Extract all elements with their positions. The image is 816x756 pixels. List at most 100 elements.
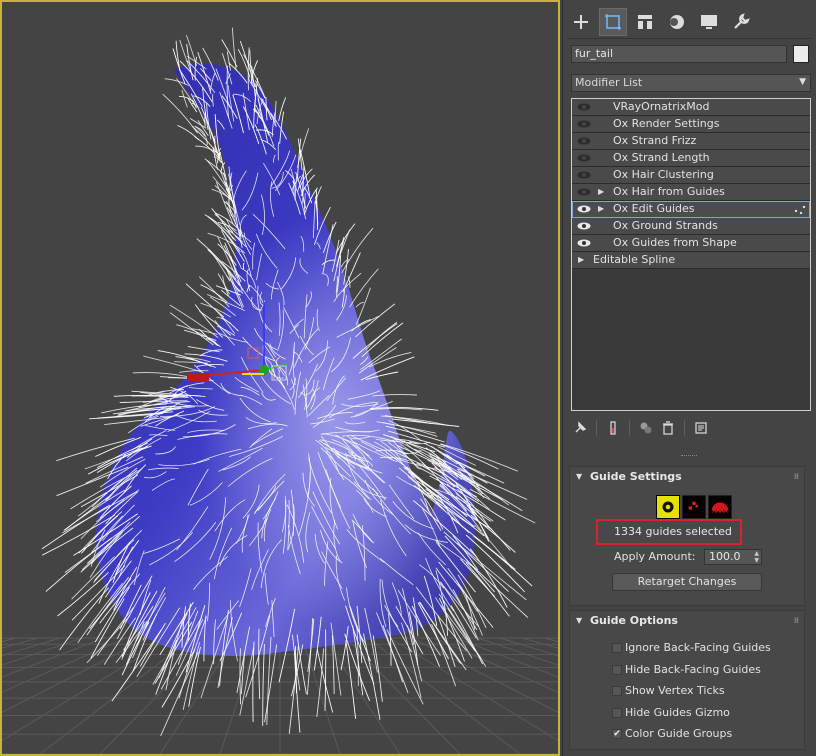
expand-arrow-icon[interactable]: ▶	[578, 252, 584, 268]
guide-option-label: Show Vertex Ticks	[625, 684, 725, 697]
hierarchy-tab[interactable]	[631, 8, 659, 36]
modifier-stack-item-label: Ox Hair Clustering	[613, 168, 714, 181]
apply-amount-spinner[interactable]: 100.0 ▲ ▼	[704, 549, 762, 565]
modifier-stack-item-label: Ox Guides from Shape	[613, 236, 737, 249]
modifier-stack-item[interactable]: Ox Hair Clustering	[572, 167, 810, 184]
guide-settings-header[interactable]: ▼ Guide Settings ⁞⁞	[570, 467, 804, 487]
end-result-icon	[610, 421, 616, 435]
checkbox-unchecked[interactable]	[612, 664, 622, 675]
checkbox-checked[interactable]: ✔	[612, 729, 622, 739]
command-panel-tabs	[567, 8, 755, 38]
display-tab[interactable]	[695, 8, 723, 36]
guide-option-label: Hide Guides Gizmo	[625, 705, 730, 719]
plus-icon	[574, 15, 588, 29]
modifier-list-dropdown[interactable]: Modifier List ▼	[571, 74, 811, 92]
guide-option-label: Hide Back-Facing Guides	[625, 662, 761, 676]
eye-off-icon[interactable]	[577, 103, 591, 111]
eye-off-icon[interactable]	[577, 188, 591, 196]
checkbox-unchecked[interactable]	[612, 707, 622, 718]
rollout-drag-icon: ⁞⁞	[793, 472, 799, 481]
make-unique-button[interactable]	[637, 419, 655, 437]
utilities-tab[interactable]	[727, 8, 755, 36]
selection-status-box: 1334 guides selected	[596, 519, 742, 545]
select-roots-mode-icon[interactable]	[708, 495, 732, 519]
tab-separator	[567, 38, 812, 39]
selection-status-text: 1334 guides selected	[614, 525, 732, 538]
expand-arrow-icon[interactable]: ▶	[598, 201, 604, 217]
eye-icon[interactable]	[577, 239, 591, 247]
eye-off-icon[interactable]	[577, 137, 591, 145]
modifier-stack-item[interactable]: Ox Guides from Shape	[572, 235, 810, 252]
remove-modifier-button[interactable]	[659, 419, 677, 437]
select-guides-mode-icon[interactable]	[656, 495, 680, 519]
tail-mesh	[96, 63, 476, 656]
collapse-arrow-icon: ▼	[576, 472, 583, 481]
modifier-stack[interactable]: VRayOrnatrixMod Ox Render Settings Ox Stra…	[571, 98, 811, 411]
apply-amount-label: Apply Amount:	[614, 550, 696, 563]
modifier-stack-item[interactable]: Ox Strand Length	[572, 150, 810, 167]
trash-icon	[663, 421, 673, 435]
modifier-stack-item[interactable]: Ox Strand Frizz	[572, 133, 810, 150]
dropdown-arrow-icon: ▼	[799, 77, 806, 87]
modifier-stack-item-label: Ox Hair from Guides	[613, 185, 725, 198]
modifier-stack-item[interactable]: Ox Ground Strands	[572, 218, 810, 235]
guide-options-title: Guide Options	[590, 614, 678, 627]
modifier-stack-item[interactable]: Ox Render Settings	[572, 116, 810, 133]
guide-option-label: Ignore Back-Facing Guides	[625, 641, 771, 654]
modifier-stack-item[interactable]: ▶ Ox Hair from Guides	[572, 184, 810, 201]
checkbox-unchecked[interactable]	[612, 643, 622, 653]
modifier-stack-item-label: Editable Spline	[593, 253, 676, 266]
modifier-stack-item-label: VRayOrnatrixMod	[613, 100, 710, 113]
toolbar-separator	[596, 420, 597, 436]
show-end-result-button[interactable]	[604, 419, 622, 437]
toolbar-separator	[629, 420, 630, 436]
panel-resize-grip[interactable]	[681, 455, 697, 458]
spinner-arrows-icon[interactable]: ▲ ▼	[754, 550, 759, 564]
collapse-arrow-icon: ▼	[576, 616, 583, 625]
expand-arrow-icon[interactable]: ▶	[598, 184, 604, 200]
create-tab[interactable]	[567, 8, 595, 36]
hierarchy-icon	[638, 15, 652, 29]
motion-icon	[670, 15, 684, 29]
checkbox-unchecked[interactable]	[612, 686, 622, 696]
retarget-changes-button[interactable]: Retarget Changes	[612, 573, 762, 591]
viewport-canvas[interactable]	[2, 2, 558, 754]
eye-off-icon[interactable]	[577, 171, 591, 179]
modify-tab[interactable]	[599, 8, 627, 36]
ground-grid	[2, 637, 558, 754]
configure-modifier-sets-button[interactable]	[692, 419, 710, 437]
eye-icon[interactable]	[577, 205, 591, 213]
modifier-stack-item-label: Ox Ground Strands	[613, 219, 718, 232]
modifier-stack-item-label: Ox Strand Frizz	[613, 134, 697, 147]
object-color-swatch[interactable]	[793, 45, 809, 63]
eye-off-icon[interactable]	[577, 120, 591, 128]
apply-amount-value: 100.0	[709, 550, 741, 563]
guide-settings-title: Guide Settings	[590, 470, 682, 483]
pin-icon	[575, 421, 587, 433]
sub-object-dots-icon	[794, 205, 806, 215]
make-unique-icon	[640, 422, 652, 434]
eye-icon[interactable]	[577, 222, 591, 230]
guide-options-header[interactable]: ▼ Guide Options ⁞⁞	[570, 611, 804, 631]
wrench-icon	[734, 13, 750, 29]
modifier-stack-item-label: Ox Render Settings	[613, 117, 720, 130]
guide-settings-rollout: ▼ Guide Settings ⁞⁞ 1334 guides selected…	[569, 466, 805, 606]
modifier-stack-item[interactable]: ▶ Editable Spline	[572, 252, 810, 269]
configure-icon	[695, 422, 707, 434]
select-vertices-mode-icon[interactable]	[682, 495, 706, 519]
eye-off-icon[interactable]	[577, 154, 591, 162]
motion-tab[interactable]	[663, 8, 691, 36]
stack-toolbar	[571, 418, 710, 438]
modifier-stack-item[interactable]: ▶ Ox Edit Guides	[572, 201, 810, 218]
guide-mode-icons	[656, 495, 732, 519]
guide-option-label: Color Guide Groups	[625, 727, 733, 740]
modifier-stack-item-label: Ox Strand Length	[613, 151, 710, 164]
rollout-drag-icon: ⁞⁞	[793, 616, 799, 625]
perspective-viewport[interactable]	[0, 0, 560, 756]
modifier-stack-item-label: Ox Edit Guides	[613, 202, 695, 215]
toolbar-separator	[684, 420, 685, 436]
modifier-stack-item[interactable]: VRayOrnatrixMod	[572, 99, 810, 116]
pin-stack-button[interactable]	[571, 419, 589, 437]
modify-icon	[605, 14, 621, 30]
object-name-field[interactable]: fur_tail	[571, 45, 787, 63]
